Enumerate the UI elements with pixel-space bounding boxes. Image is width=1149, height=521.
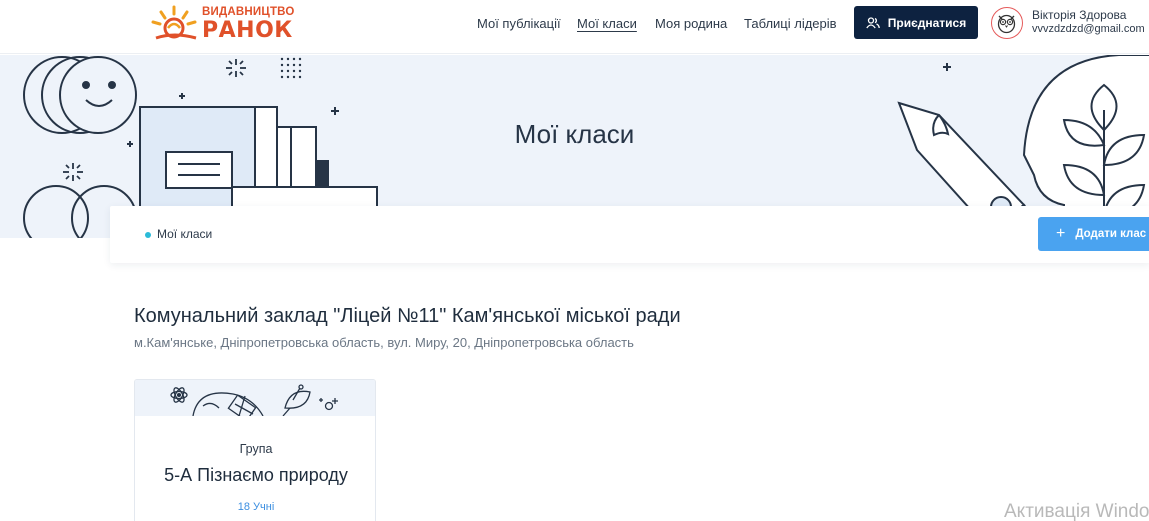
breadcrumb-dot-icon (145, 232, 151, 238)
windows-activation-watermark: Активація Windo (1004, 501, 1149, 521)
logo-top-text: ВИДАВНИЦТВО (202, 6, 295, 18)
ranok-logo[interactable]: ВИДАВНИЦТВО РАНОК (150, 4, 295, 43)
nav-my-publications[interactable]: Мої публікації (477, 16, 561, 31)
plus-icon: + (1056, 225, 1066, 242)
nav-my-classes[interactable]: Мої класи (577, 16, 637, 31)
class-card-students-count[interactable]: 18 Учні (135, 501, 375, 513)
class-card[interactable]: Група 5-А Пізнаємо природу 18 Учні (134, 379, 376, 521)
breadcrumb-item-current[interactable]: Мої класи (157, 227, 212, 241)
sun-logo-icon (151, 5, 197, 40)
page-title: Мої класи (514, 119, 635, 149)
page: ВИДАВНИЦТВО РАНОК Мої публікації Мої кла… (0, 0, 1149, 521)
user-name[interactable]: Вікторія Здорова (1032, 8, 1126, 22)
add-class-label: Додати клас (1075, 228, 1147, 240)
class-card-type: Група (239, 442, 273, 456)
logo-main-text: РАНОК (202, 18, 293, 43)
join-button[interactable]: Приєднатися (854, 6, 978, 39)
class-card-name[interactable]: 5-А Пізнаємо природу (135, 465, 375, 486)
user-email: vvvzdzdzd@gmail.com (1032, 23, 1145, 35)
breadcrumb: Мої класи (110, 206, 1149, 263)
top-header: ВИДАВНИЦТВО РАНОК Мої публікації Мої кла… (0, 0, 1149, 54)
avatar[interactable] (991, 7, 1023, 39)
nav-leaderboards[interactable]: Таблиці лідерів (744, 16, 837, 31)
join-button-label: Приєднатися (887, 15, 967, 30)
class-card-banner (135, 380, 375, 422)
add-class-button[interactable]: + Додати клас (1038, 217, 1149, 251)
users-icon (866, 16, 880, 28)
owl-avatar-icon (997, 14, 1016, 34)
school-name: Комунальний заклад "Ліцей №11" Кам'янськ… (134, 305, 681, 327)
school-address: м.Кам'янське, Дніпропетровська область, … (134, 335, 634, 350)
nav-my-family[interactable]: Моя родина (655, 16, 727, 31)
science-illustration-icon (170, 384, 338, 422)
